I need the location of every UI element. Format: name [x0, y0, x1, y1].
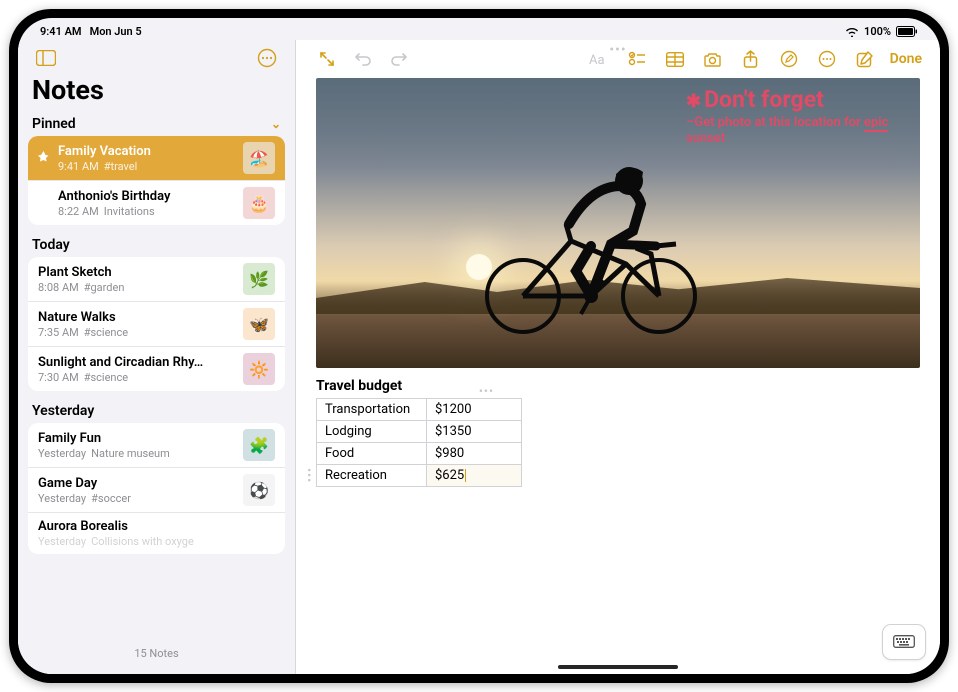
note-item-aurora-borealis[interactable]: Aurora Borealis YesterdayCollisions with…: [28, 513, 285, 554]
note-body[interactable]: Don't forget –Get photo at this location…: [296, 78, 940, 674]
battery-icon: [896, 26, 918, 37]
status-time: 9:41 AM: [40, 25, 82, 38]
note-group-yesterday: Family Fun YesterdayNature museum 🧩 Game…: [28, 423, 285, 554]
note-thumbnail: 🦋: [243, 308, 275, 340]
share-button[interactable]: [734, 45, 768, 73]
section-header-yesterday: Yesterday: [18, 399, 295, 421]
redo-button[interactable]: [382, 45, 416, 73]
markup-button[interactable]: [772, 45, 806, 73]
more-options-button[interactable]: [253, 44, 281, 72]
table-title: Travel budget: [316, 378, 920, 394]
editor-more-button[interactable]: [810, 45, 844, 73]
done-button[interactable]: Done: [886, 51, 926, 67]
table-row: Food$980: [317, 443, 522, 465]
annotation-headline: Don't forget: [686, 86, 906, 113]
wifi-icon: [845, 26, 859, 37]
note-item-sunlight-circadian[interactable]: Sunlight and Circadian Rhy… 7:30 AM#scie…: [28, 347, 285, 391]
expand-button[interactable]: [310, 45, 344, 73]
screen: 9:41 AM Mon Jun 5 100% Notes: [18, 18, 940, 674]
sidebar-title: Notes: [18, 74, 295, 112]
undo-button[interactable]: [346, 45, 380, 73]
sidebar-toggle-button[interactable]: [32, 44, 60, 72]
note-item-game-day[interactable]: Game Day Yesterday#soccer ⚽: [28, 468, 285, 513]
camera-button[interactable]: [696, 45, 730, 73]
table-row: Recreation$625: [317, 465, 522, 487]
note-thumbnail: 🎂: [243, 187, 275, 219]
keyboard-button[interactable]: [882, 624, 926, 660]
section-header-pinned[interactable]: Pinned ⌄: [18, 112, 295, 134]
note-editor: ••• Aa: [296, 40, 940, 674]
note-item-anthonios-birthday[interactable]: Anthonio's Birthday 8:22 AMInvitations 🎂: [28, 181, 285, 225]
table-row: Lodging$1350: [317, 421, 522, 443]
annotation-subline: –Get photo at this location for epic sun…: [686, 115, 906, 148]
table-row: Transportation$1200: [317, 399, 522, 421]
compose-button[interactable]: [848, 45, 882, 73]
note-title: Anthonio's Birthday: [58, 189, 235, 204]
battery-percent: 100%: [864, 25, 891, 38]
text-cursor: [465, 469, 466, 482]
sidebar-footer-count: 15 Notes: [18, 639, 295, 674]
table-row-handle-icon[interactable]: •••: [302, 468, 316, 483]
note-thumbnail: ⚽: [243, 474, 275, 506]
note-thumbnail: 🏖️: [243, 142, 275, 174]
sidebar: Notes Pinned ⌄ Family Vacation 9:41 AM#t…: [18, 40, 296, 674]
chevron-down-icon: ⌄: [271, 117, 281, 131]
status-date: Mon Jun 5: [90, 25, 142, 38]
svg-text:Aa: Aa: [589, 53, 605, 67]
handwritten-annotation: Don't forget –Get photo at this location…: [686, 86, 906, 148]
ipad-frame: 9:41 AM Mon Jun 5 100% Notes: [9, 9, 949, 683]
note-item-nature-walks[interactable]: Nature Walks 7:35 AM#science 🦋: [28, 302, 285, 347]
note-hero-image[interactable]: Don't forget –Get photo at this location…: [316, 78, 920, 368]
note-item-family-vacation[interactable]: Family Vacation 9:41 AM#travel 🏖️: [28, 136, 285, 181]
note-thumbnail: 🌿: [243, 263, 275, 295]
table-column-handle-icon[interactable]: •••: [479, 384, 494, 398]
table-button[interactable]: [658, 45, 692, 73]
note-thumbnail: 🧩: [243, 429, 275, 461]
note-group-pinned: Family Vacation 9:41 AM#travel 🏖️ Anthon…: [28, 136, 285, 225]
budget-table[interactable]: Transportation$1200 Lodging$1350 Food$98…: [316, 398, 522, 487]
note-thumbnail: 🔆: [243, 353, 275, 385]
note-title: Family Vacation: [58, 144, 235, 159]
cyclist-silhouette: [461, 136, 741, 336]
pin-icon: [38, 151, 50, 165]
note-item-plant-sketch[interactable]: Plant Sketch 8:08 AM#garden 🌿: [28, 257, 285, 302]
note-group-today: Plant Sketch 8:08 AM#garden 🌿 Nature Wal…: [28, 257, 285, 391]
home-indicator[interactable]: [558, 665, 678, 669]
status-bar: 9:41 AM Mon Jun 5 100%: [18, 18, 940, 40]
multitask-handle-icon[interactable]: •••: [609, 42, 626, 58]
note-item-family-fun[interactable]: Family Fun YesterdayNature museum 🧩: [28, 423, 285, 468]
section-header-today: Today: [18, 233, 295, 255]
